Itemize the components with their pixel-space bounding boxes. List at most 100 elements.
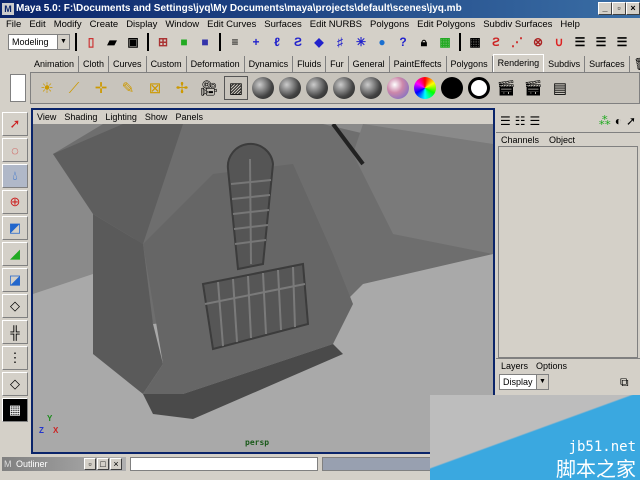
menu-options[interactable]: Options xyxy=(536,359,567,372)
camera-icon[interactable]: 🎥︎ xyxy=(197,76,221,100)
select-dynamics-icon[interactable]: ✳ xyxy=(352,33,370,51)
layer-editor-icon[interactable]: ☷ xyxy=(515,114,526,128)
point-light-icon[interactable]: ✛ xyxy=(89,76,113,100)
mode-select[interactable]: Modeling ▼ xyxy=(8,34,70,50)
select-component-icon[interactable]: ■ xyxy=(196,33,214,51)
select-joints-icon[interactable]: ℓ xyxy=(268,33,286,51)
select-tool-icon[interactable]: ➚ xyxy=(2,112,28,136)
menu-file[interactable]: File xyxy=(2,18,25,31)
select-deformers-icon[interactable]: ♯ xyxy=(331,33,349,51)
phonge-material-icon[interactable] xyxy=(359,76,383,100)
channel-box-icon[interactable]: ☰ xyxy=(500,114,511,128)
select-hierarchy-icon[interactable]: ⊞ xyxy=(154,33,172,51)
phong-material-icon[interactable] xyxy=(332,76,356,100)
menu-modify[interactable]: Modify xyxy=(50,18,86,31)
maximize-button[interactable]: ▫ xyxy=(612,2,626,15)
tab-fur[interactable]: Fur xyxy=(326,56,349,72)
render-settings-icon[interactable]: ▤ xyxy=(548,76,572,100)
shelf-menu-button[interactable] xyxy=(10,74,26,102)
menu-object[interactable]: Object xyxy=(549,133,575,146)
tab-rendering[interactable]: Rendering xyxy=(492,54,545,72)
anisotropic-material-icon[interactable] xyxy=(251,76,275,100)
select-surfaces-icon[interactable]: ◆ xyxy=(310,33,328,51)
perspective-viewport[interactable]: View Shading Lighting Show Panels Y Z X … xyxy=(31,108,495,454)
menu-polygons[interactable]: Polygons xyxy=(366,18,413,31)
menu-edit-nurbs[interactable]: Edit NURBS xyxy=(306,18,366,31)
make-live-icon[interactable]: ∪ xyxy=(550,33,568,51)
directional-light-icon[interactable]: ⟋ xyxy=(62,76,86,100)
move-tool-icon[interactable]: ⊕ xyxy=(2,190,28,214)
lasso-tool-icon[interactable]: ◌ xyxy=(2,138,28,162)
menu-create[interactable]: Create xyxy=(86,18,123,31)
command-line-input[interactable] xyxy=(130,457,318,471)
maximize-button[interactable]: □ xyxy=(97,458,109,470)
restore-button[interactable]: ▫ xyxy=(84,458,96,470)
snap-view-plane-icon[interactable]: ⊗ xyxy=(529,33,547,51)
render-icon[interactable]: ☰ xyxy=(592,33,610,51)
viewport-menu-show[interactable]: Show xyxy=(145,110,168,124)
hypershade-layout-icon[interactable]: ▦ xyxy=(2,398,28,422)
outliner-layout-icon[interactable]: ⋮ xyxy=(2,346,28,370)
hypershade-icon[interactable]: ▨ xyxy=(224,76,248,100)
tab-animation[interactable]: Animation xyxy=(30,56,80,72)
menu-edit[interactable]: Edit xyxy=(25,18,49,31)
close-button[interactable]: × xyxy=(110,458,122,470)
snap-point-icon[interactable]: ⋰ xyxy=(508,33,526,51)
layered-shader-icon[interactable] xyxy=(413,76,437,100)
select-handles-icon[interactable]: + xyxy=(247,33,265,51)
viewport-menu-shading[interactable]: Shading xyxy=(64,110,97,124)
menu-help[interactable]: Help xyxy=(556,18,584,31)
select-misc-icon[interactable]: ? xyxy=(394,33,412,51)
menu-edit-curves[interactable]: Edit Curves xyxy=(203,18,260,31)
snap-curve-icon[interactable]: ϩ xyxy=(487,33,505,51)
ramp-shader-icon[interactable] xyxy=(386,76,410,100)
pick-arrow-icon[interactable]: ➚ xyxy=(626,114,636,128)
surface-shader-icon[interactable] xyxy=(440,76,464,100)
tab-subdivs[interactable]: Subdivs xyxy=(544,56,586,72)
lock-selection-icon[interactable]: 🔒︎ xyxy=(415,33,433,51)
viewport-menu-panels[interactable]: Panels xyxy=(175,110,203,124)
render-view-icon[interactable]: 🎬︎ xyxy=(494,76,518,100)
tab-fluids[interactable]: Fluids xyxy=(293,56,327,72)
tab-custom[interactable]: Custom xyxy=(147,56,187,72)
new-scene-icon[interactable]: ▯ xyxy=(82,33,100,51)
area-light-icon[interactable]: ⊠ xyxy=(143,76,167,100)
tab-general[interactable]: General xyxy=(349,56,390,72)
tab-dynamics[interactable]: Dynamics xyxy=(245,56,294,72)
select-rendering-icon[interactable]: ● xyxy=(373,33,391,51)
spot-light-icon[interactable]: ✎ xyxy=(116,76,140,100)
menu-subdiv-surfaces[interactable]: Subdiv Surfaces xyxy=(479,18,556,31)
tab-polygons[interactable]: Polygons xyxy=(447,56,493,72)
paint-select-tool-icon[interactable]: 💧︎ xyxy=(2,164,28,188)
history-icon[interactable]: ☰ xyxy=(571,33,589,51)
layer-type-select[interactable]: Display ▼ xyxy=(499,374,549,390)
select-curves-icon[interactable]: Ƨ xyxy=(289,33,307,51)
scale-tool-icon[interactable]: ◢ xyxy=(2,242,28,266)
minimize-button[interactable]: _ xyxy=(598,2,612,15)
trash-icon[interactable]: 🗑︎ xyxy=(630,56,640,72)
highlight-selection-icon[interactable]: ▦ xyxy=(436,33,454,51)
attribute-editor-icon[interactable]: ⁂ xyxy=(599,114,611,128)
select-object-icon[interactable]: ■ xyxy=(175,33,193,51)
menu-channels[interactable]: Channels xyxy=(501,133,539,146)
menu-edit-polygons[interactable]: Edit Polygons xyxy=(413,18,479,31)
menu-surfaces[interactable]: Surfaces xyxy=(260,18,306,31)
viewport-menu-lighting[interactable]: Lighting xyxy=(105,110,137,124)
create-layer-icon[interactable]: ⧉ xyxy=(620,375,629,390)
tab-cloth[interactable]: Cloth xyxy=(79,56,110,72)
lambert-material-icon[interactable] xyxy=(305,76,329,100)
channel-box-list[interactable] xyxy=(498,146,638,358)
mask-menu-icon[interactable]: ≡ xyxy=(226,33,244,51)
manipulator-tool-icon[interactable]: ◪ xyxy=(2,268,28,292)
ipr-render-icon[interactable]: 🎬︎ xyxy=(521,76,545,100)
ambient-light-icon[interactable]: ☀ xyxy=(35,76,59,100)
tool-settings-icon[interactable]: ◐ xyxy=(615,114,622,128)
tab-painteffects[interactable]: PaintEffects xyxy=(390,56,447,72)
ipr-icon[interactable]: ☰ xyxy=(613,33,631,51)
single-view-layout-icon[interactable]: ◇ xyxy=(2,294,28,318)
open-scene-icon[interactable]: ▰ xyxy=(103,33,121,51)
blinn-material-icon[interactable] xyxy=(278,76,302,100)
close-button[interactable]: × xyxy=(626,2,640,15)
rotate-tool-icon[interactable]: ◩ xyxy=(2,216,28,240)
viewport-menu-view[interactable]: View xyxy=(37,110,56,124)
